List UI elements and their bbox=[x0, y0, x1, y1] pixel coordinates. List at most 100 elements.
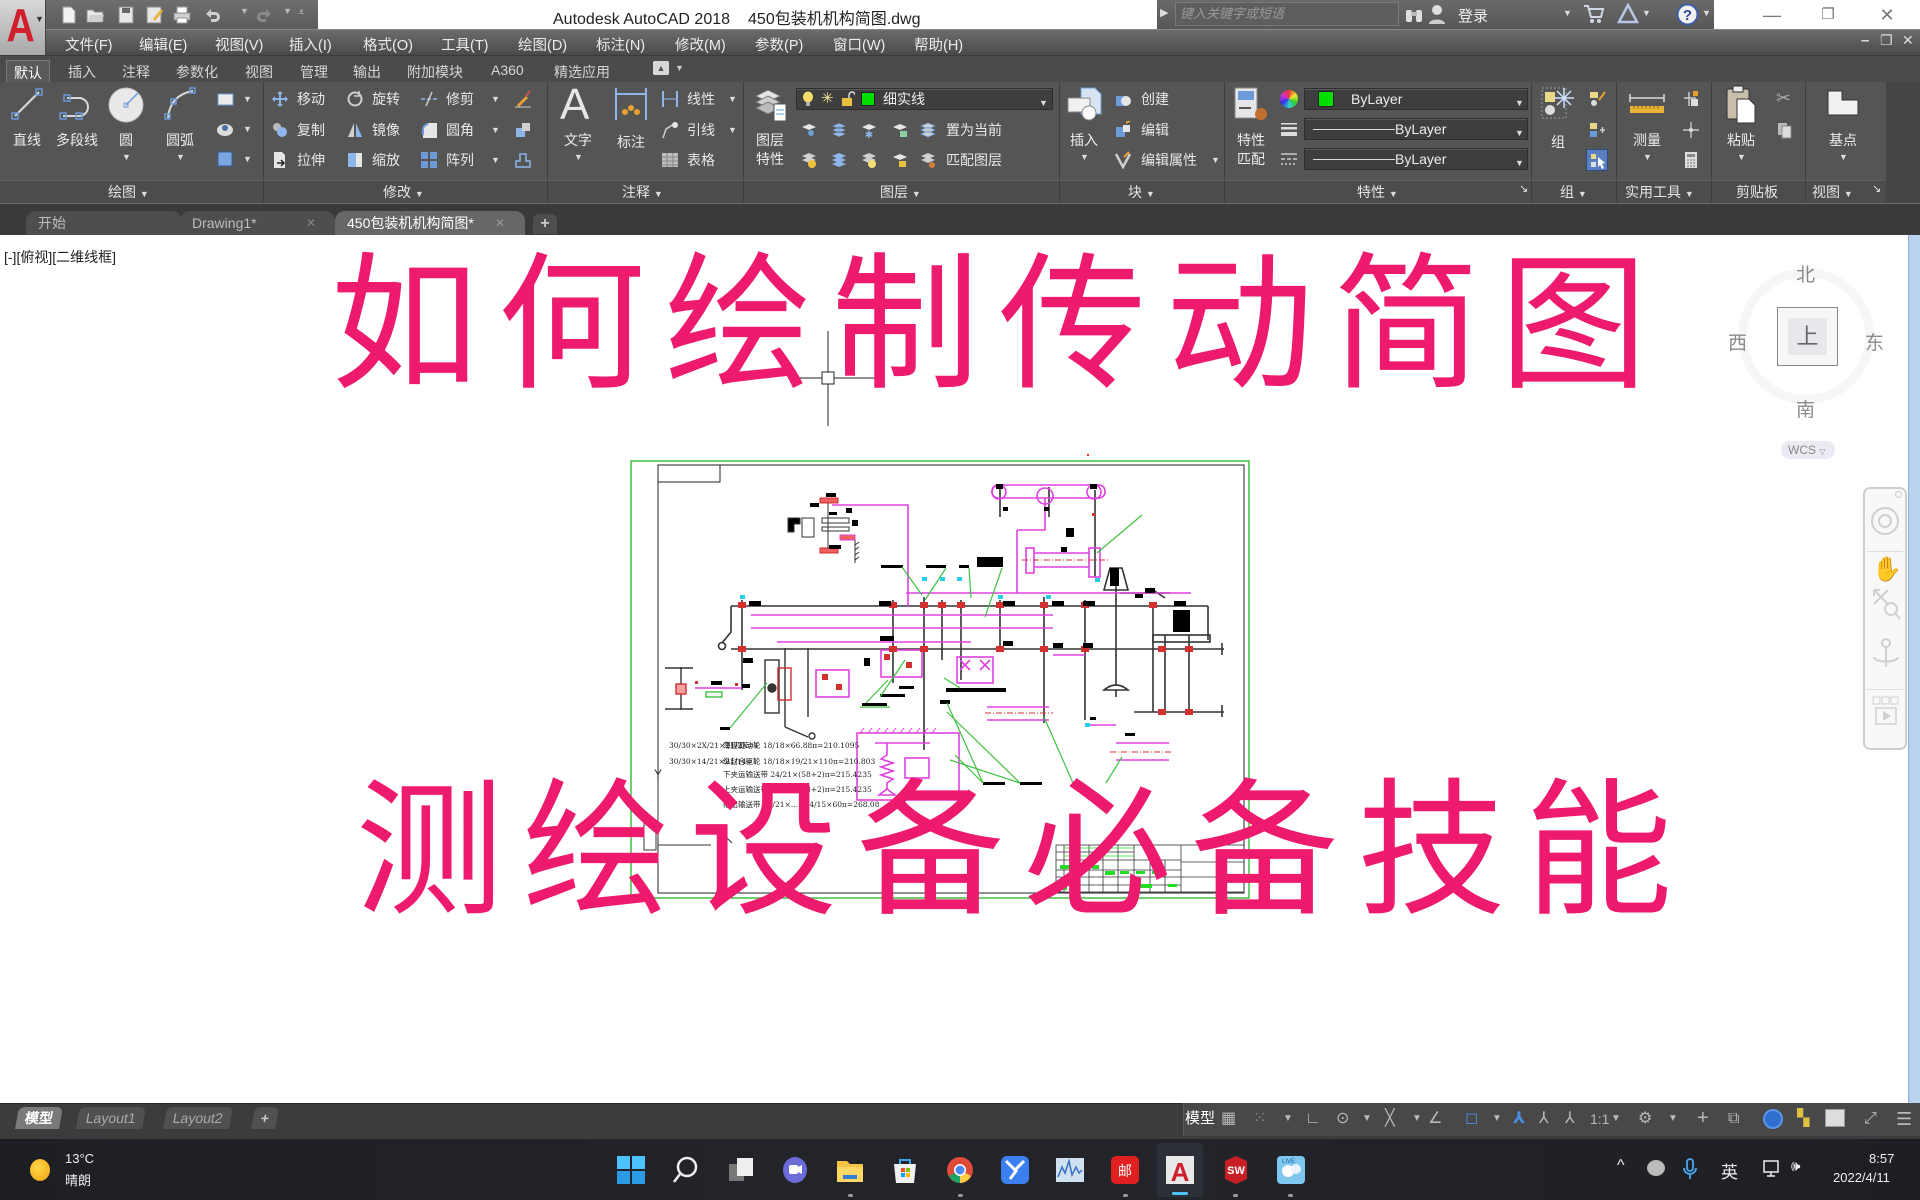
solidworks-icon[interactable]: SW bbox=[1221, 1155, 1251, 1185]
plot-icon[interactable] bbox=[172, 5, 192, 25]
boundary-dropdown-icon[interactable]: ▼ bbox=[243, 154, 252, 164]
fillet-dropdown-icon[interactable]: ▼ bbox=[491, 125, 500, 135]
drawing-canvas[interactable]: [-][俯视][二维线框] 30/30×2X/21×21/2X=1 30/30×… bbox=[0, 235, 1908, 1103]
edit-attributes-button[interactable]: 编辑属性 bbox=[1141, 151, 1197, 169]
fullscreen-icon[interactable]: ⤢ bbox=[1864, 1109, 1877, 1129]
annotation-monitor-icon[interactable]: + bbox=[1697, 1108, 1709, 1128]
menu-help[interactable]: 帮助(H) bbox=[914, 34, 963, 55]
application-menu-button[interactable]: A ▼ bbox=[0, 0, 46, 55]
layer-properties-button[interactable]: 图层 特性 bbox=[748, 86, 792, 180]
menu-file[interactable]: 文件(F) bbox=[65, 34, 113, 55]
weather-condition[interactable]: 晴朗 bbox=[65, 1170, 91, 1189]
search-input[interactable]: 键入关键字或短语 bbox=[1175, 2, 1399, 26]
layer-unisolate-icon[interactable] bbox=[830, 151, 848, 169]
weather-sun-icon[interactable] bbox=[30, 1159, 50, 1181]
tab-view[interactable]: 视图 bbox=[238, 60, 280, 82]
menu-parametric[interactable]: 参数(P) bbox=[755, 34, 803, 55]
arc-dropdown-icon[interactable]: ▼ bbox=[176, 152, 185, 162]
annotation-panel-title[interactable]: 注释 ▼ bbox=[622, 182, 663, 202]
erase-icon[interactable] bbox=[514, 90, 532, 108]
pan-hand-icon[interactable]: ✋ bbox=[1872, 555, 1902, 584]
base-point-button[interactable]: 基点 ▼ bbox=[1821, 86, 1865, 180]
network-icon[interactable] bbox=[1762, 1159, 1784, 1179]
ribbon-minimize-icon[interactable]: ▲ bbox=[653, 61, 669, 75]
scale-dropdown-icon[interactable]: ▼ bbox=[1611, 1109, 1621, 1129]
help-icon[interactable]: ? bbox=[1676, 3, 1699, 26]
edit-attributes-icon[interactable] bbox=[1114, 151, 1132, 169]
leader-button[interactable]: 引线 bbox=[687, 121, 715, 139]
draw-panel-title[interactable]: 绘图 ▼ bbox=[108, 182, 149, 202]
rotate-icon[interactable] bbox=[346, 90, 364, 108]
tab-output[interactable]: 输出 bbox=[346, 60, 388, 82]
file-tab-drawing1[interactable]: Drawing1* ✕ bbox=[180, 211, 335, 236]
line-button[interactable]: 直线 bbox=[5, 86, 49, 176]
arc-button[interactable]: 圆弧 ▼ bbox=[158, 86, 202, 180]
search-icon[interactable] bbox=[671, 1155, 701, 1185]
make-current-icon[interactable] bbox=[919, 121, 937, 139]
mail-app-icon[interactable]: 邮 bbox=[1110, 1155, 1140, 1185]
cart-icon[interactable] bbox=[1583, 4, 1605, 24]
microsoft-store-icon[interactable] bbox=[890, 1155, 920, 1185]
user-icon[interactable] bbox=[1428, 4, 1446, 25]
layer-dropdown[interactable]: ✳ 细实线 ▼ bbox=[796, 88, 1053, 110]
linear-dropdown-icon[interactable]: ▼ bbox=[728, 94, 737, 104]
layout-tab-model[interactable]: 模型 bbox=[15, 1107, 63, 1129]
navbar-close-icon[interactable] bbox=[1895, 491, 1902, 498]
file-explorer-icon[interactable] bbox=[835, 1155, 865, 1185]
circle-button[interactable]: 圆 ▼ bbox=[104, 86, 148, 180]
layout-tab-layout1[interactable]: Layout1 bbox=[76, 1107, 146, 1129]
polar-dropdown-icon[interactable]: ▼ bbox=[1362, 1109, 1372, 1129]
clock-time[interactable]: 8:57 bbox=[1869, 1151, 1894, 1166]
scale-icon[interactable] bbox=[346, 151, 364, 169]
input-method-indicator[interactable]: 英 bbox=[1721, 1158, 1738, 1183]
group-edit-icon[interactable] bbox=[1588, 121, 1606, 139]
linetype-dropdown[interactable]: ByLayer ▼ bbox=[1304, 148, 1528, 170]
a360-icon[interactable] bbox=[1617, 3, 1639, 25]
grid-display-icon[interactable]: ▦ bbox=[1221, 1109, 1236, 1129]
cut-icon[interactable]: ✂ bbox=[1776, 88, 1791, 109]
doc-restore-button[interactable]: ❐ bbox=[1880, 32, 1893, 49]
mirror-button[interactable]: 镜像 bbox=[372, 121, 400, 139]
calculator-icon[interactable] bbox=[1682, 151, 1700, 169]
tab-insert[interactable]: 插入 bbox=[61, 60, 103, 82]
table-icon[interactable] bbox=[661, 151, 679, 169]
live-wallpaper-icon[interactable]: LIVE bbox=[1276, 1155, 1306, 1185]
feishu-bird-icon[interactable] bbox=[1000, 1155, 1030, 1185]
zoom-extents-icon[interactable] bbox=[1871, 587, 1901, 621]
customization-menu-icon[interactable]: ☰ bbox=[1896, 1109, 1912, 1129]
layer-isolate-icon[interactable] bbox=[830, 121, 848, 139]
rotate-button[interactable]: 旋转 bbox=[372, 90, 400, 108]
match-layer-icon[interactable] bbox=[919, 151, 937, 169]
customize-qat-icon[interactable]: ⩡ bbox=[298, 5, 305, 20]
new-tab-button[interactable]: + bbox=[533, 214, 557, 234]
insert-dropdown-icon[interactable]: ▼ bbox=[1080, 152, 1089, 162]
array-button[interactable]: 阵列 bbox=[446, 151, 474, 169]
help-dropdown-icon[interactable]: ▼ bbox=[1702, 8, 1711, 18]
close-tab-icon[interactable]: ✕ bbox=[495, 211, 505, 235]
vertical-scrollbar[interactable] bbox=[1908, 235, 1920, 1103]
undo-icon[interactable] bbox=[202, 5, 222, 25]
clock-date[interactable]: 2022/4/11 bbox=[1833, 1170, 1890, 1185]
menu-edit[interactable]: 编辑(E) bbox=[139, 34, 187, 55]
polyline-button[interactable]: 多段线 bbox=[52, 86, 102, 176]
tab-featured-apps[interactable]: 精选应用 bbox=[547, 60, 617, 82]
hardware-acceleration-icon[interactable]: ▚ bbox=[1797, 1109, 1809, 1129]
utilities-panel-title[interactable]: 实用工具 ▼ bbox=[1625, 182, 1694, 202]
save-as-icon[interactable] bbox=[144, 5, 164, 25]
properties-panel-title[interactable]: 特性 ▼ bbox=[1357, 182, 1398, 202]
menu-insert[interactable]: 插入(I) bbox=[289, 34, 332, 55]
layout-tab-layout2[interactable]: Layout2 bbox=[163, 1107, 233, 1129]
base-point-dropdown-icon[interactable]: ▼ bbox=[1839, 152, 1848, 162]
block-panel-title[interactable]: 块 ▼ bbox=[1128, 182, 1155, 202]
properties-launcher-icon[interactable]: ↘ bbox=[1519, 182, 1528, 195]
trim-dropdown-icon[interactable]: ▼ bbox=[491, 94, 500, 104]
color-dropdown[interactable]: ByLayer ▼ bbox=[1304, 88, 1528, 110]
make-current-button[interactable]: 置为当前 bbox=[946, 121, 1002, 139]
steering-wheel-icon[interactable] bbox=[1871, 507, 1899, 535]
copy-icon[interactable] bbox=[271, 121, 289, 139]
layer-off-icon[interactable] bbox=[800, 121, 818, 139]
clean-screen-icon[interactable] bbox=[1825, 1109, 1845, 1127]
layers-panel-title[interactable]: 图层 ▼ bbox=[880, 182, 921, 202]
table-button[interactable]: 表格 bbox=[687, 151, 715, 169]
hatch-icon[interactable] bbox=[215, 120, 235, 138]
